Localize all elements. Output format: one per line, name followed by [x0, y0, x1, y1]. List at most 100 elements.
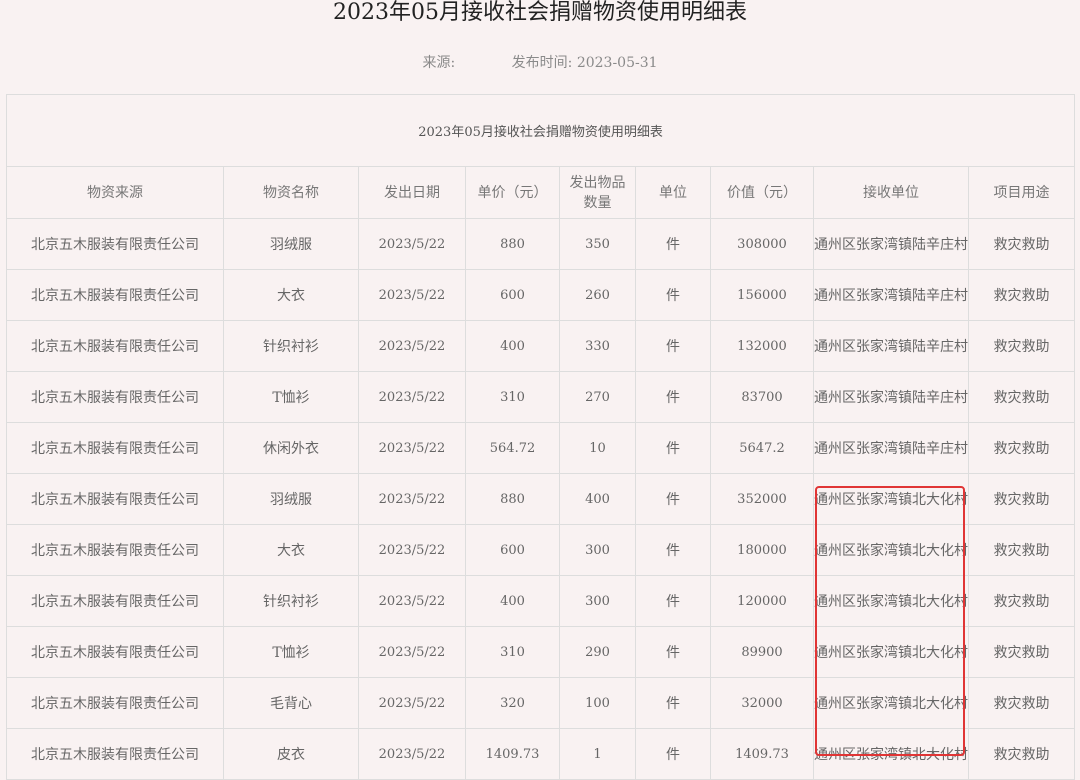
table-cell: 救灾救助: [967, 269, 1076, 321]
table-cell: 北京五木服装有限责任公司: [6, 575, 224, 627]
table-row: 北京五木服装有限责任公司 T恤衫 2023/5/22 310 270 件 83700 通州区张…: [6, 371, 1076, 423]
table-cell: 310: [465, 371, 560, 423]
header-date: 发出日期: [358, 166, 466, 219]
table-cell: 北京五木服装有限责任公司: [6, 218, 224, 270]
table-cell: 北京五木服装有限责任公司: [6, 320, 224, 372]
table-cell: 救灾救助: [967, 728, 1076, 780]
publish-label: 发布时间:: [511, 55, 573, 71]
table-cell: 2023/5/22: [358, 320, 466, 372]
table-row: 北京五木服装有限责任公司 T恤衫 2023/5/22 310 290 件 89900 通州区张…: [6, 626, 1076, 678]
table-cell: 通州区张家湾镇陆辛庄村: [813, 218, 969, 270]
table-cell: 北京五木服装有限责任公司: [6, 422, 224, 474]
table-cell: 救灾救助: [967, 473, 1076, 525]
table-cell: 通州区张家湾镇北大化村: [813, 626, 969, 678]
table-cell: 100: [559, 677, 636, 729]
table-row: 北京五木服装有限责任公司 针织衬衫 2023/5/22 400 330 件 132000 通州…: [6, 320, 1076, 372]
table-cell: 300: [559, 575, 636, 627]
table-cell: 352000: [710, 473, 814, 525]
table-cell: 救灾救助: [967, 320, 1076, 372]
table-cell: 北京五木服装有限责任公司: [6, 473, 224, 525]
table-cell: 皮衣: [223, 728, 359, 780]
header-unit-price: 单价（元）: [465, 166, 560, 219]
table-cell: 件: [635, 728, 711, 780]
table-cell: 2023/5/22: [358, 218, 466, 270]
table-cell: 北京五木服装有限责任公司: [6, 677, 224, 729]
table-cell: 600: [465, 524, 560, 576]
header-purpose: 项目用途: [967, 166, 1076, 219]
header-quantity: 发出物品数量: [559, 166, 636, 219]
table-cell: 件: [635, 218, 711, 270]
table-cell: 156000: [710, 269, 814, 321]
table-cell: 件: [635, 371, 711, 423]
table-cell: 600: [465, 269, 560, 321]
table-cell: 880: [465, 473, 560, 525]
table-cell: T恤衫: [223, 371, 359, 423]
table-header-row: 物资来源 物资名称 发出日期 单价（元） 发出物品数量 单位 价值（元） 接收单…: [6, 166, 1076, 219]
table-cell: 2023/5/22: [358, 575, 466, 627]
table-cell: 通州区张家湾镇陆辛庄村: [813, 269, 969, 321]
header-unit: 单位: [635, 166, 711, 219]
table-cell: 5647.2: [710, 422, 814, 474]
table-cell: 400: [465, 320, 560, 372]
table-row: 北京五木服装有限责任公司 毛背心 2023/5/22 320 100 件 32000 通州区张…: [6, 677, 1076, 729]
detail-table-container: 2023年05月接收社会捐赠物资使用明细表 物资来源 物资名称 发出日期 单价（…: [5, 94, 1076, 780]
table-row: 北京五木服装有限责任公司 休闲外衣 2023/5/22 564.72 10 件 5647.2…: [6, 422, 1076, 474]
table-cell: 件: [635, 422, 711, 474]
table-cell: 通州区张家湾镇北大化村: [813, 524, 969, 576]
publish-date: 2023-05-31: [576, 55, 658, 71]
table-cell: 180000: [710, 524, 814, 576]
table-cell: 1: [559, 728, 636, 780]
table-row: 北京五木服装有限责任公司 羽绒服 2023/5/22 880 350 件 308000 通州区…: [6, 218, 1076, 270]
table-cell: 120000: [710, 575, 814, 627]
table-cell: 2023/5/22: [358, 677, 466, 729]
table-cell: 针织衬衫: [223, 320, 359, 372]
table-cell: 救灾救助: [967, 626, 1076, 678]
table-cell: 89900: [710, 626, 814, 678]
table-cell: 310: [465, 626, 560, 678]
table-cell: 2023/5/22: [358, 728, 466, 780]
table-cell: 通州区张家湾镇北大化村: [813, 677, 969, 729]
table-cell: 件: [635, 269, 711, 321]
table-cell: 件: [635, 626, 711, 678]
header-item-name: 物资名称: [223, 166, 359, 219]
table-cell: 350: [559, 218, 636, 270]
table-cell: 通州区张家湾镇陆辛庄村: [813, 320, 969, 372]
table-cell: 132000: [710, 320, 814, 372]
header-source: 物资来源: [6, 166, 224, 219]
table-row: 北京五木服装有限责任公司 羽绒服 2023/5/22 880 400 件 352000 通州区…: [6, 473, 1076, 525]
table-cell: 290: [559, 626, 636, 678]
meta-line: 来源: 发布时间: 2023-05-31: [0, 52, 1080, 72]
table-cell: 救灾救助: [967, 218, 1076, 270]
table-cell: 针织衬衫: [223, 575, 359, 627]
table-cell: 2023/5/22: [358, 371, 466, 423]
table-cell: 救灾救助: [967, 677, 1076, 729]
table-cell: 羽绒服: [223, 218, 359, 270]
table-cell: 羽绒服: [223, 473, 359, 525]
table-cell: 83700: [710, 371, 814, 423]
table-cell: T恤衫: [223, 626, 359, 678]
table-cell: 救灾救助: [967, 371, 1076, 423]
table-cell: 880: [465, 218, 560, 270]
table-cell: 2023/5/22: [358, 269, 466, 321]
table-cell: 救灾救助: [967, 575, 1076, 627]
table-cell: 件: [635, 473, 711, 525]
table-cell: 通州区张家湾镇陆辛庄村: [813, 371, 969, 423]
table-cell: 北京五木服装有限责任公司: [6, 269, 224, 321]
table-cell: 通州区张家湾镇陆辛庄村: [813, 422, 969, 474]
table-cell: 通州区张家湾镇北大化村: [813, 575, 969, 627]
table-cell: 330: [559, 320, 636, 372]
table-cell: 2023/5/22: [358, 626, 466, 678]
table-cell: 件: [635, 524, 711, 576]
table-cell: 400: [559, 473, 636, 525]
table-cell: 300: [559, 524, 636, 576]
table-cell: 通州区张家湾镇北大化村: [813, 728, 969, 780]
detail-table: 2023年05月接收社会捐赠物资使用明细表 物资来源 物资名称 发出日期 单价（…: [5, 94, 1076, 780]
table-cell: 260: [559, 269, 636, 321]
table-cell: 休闲外衣: [223, 422, 359, 474]
table-cell: 救灾救助: [967, 524, 1076, 576]
table-cell: 件: [635, 677, 711, 729]
table-row: 北京五木服装有限责任公司 大衣 2023/5/22 600 260 件 156000 通州区张…: [6, 269, 1076, 321]
page-title: 2023年05月接收社会捐赠物资使用明细表: [333, 0, 747, 25]
table-cell: 320: [465, 677, 560, 729]
table-cell: 1409.73: [465, 728, 560, 780]
